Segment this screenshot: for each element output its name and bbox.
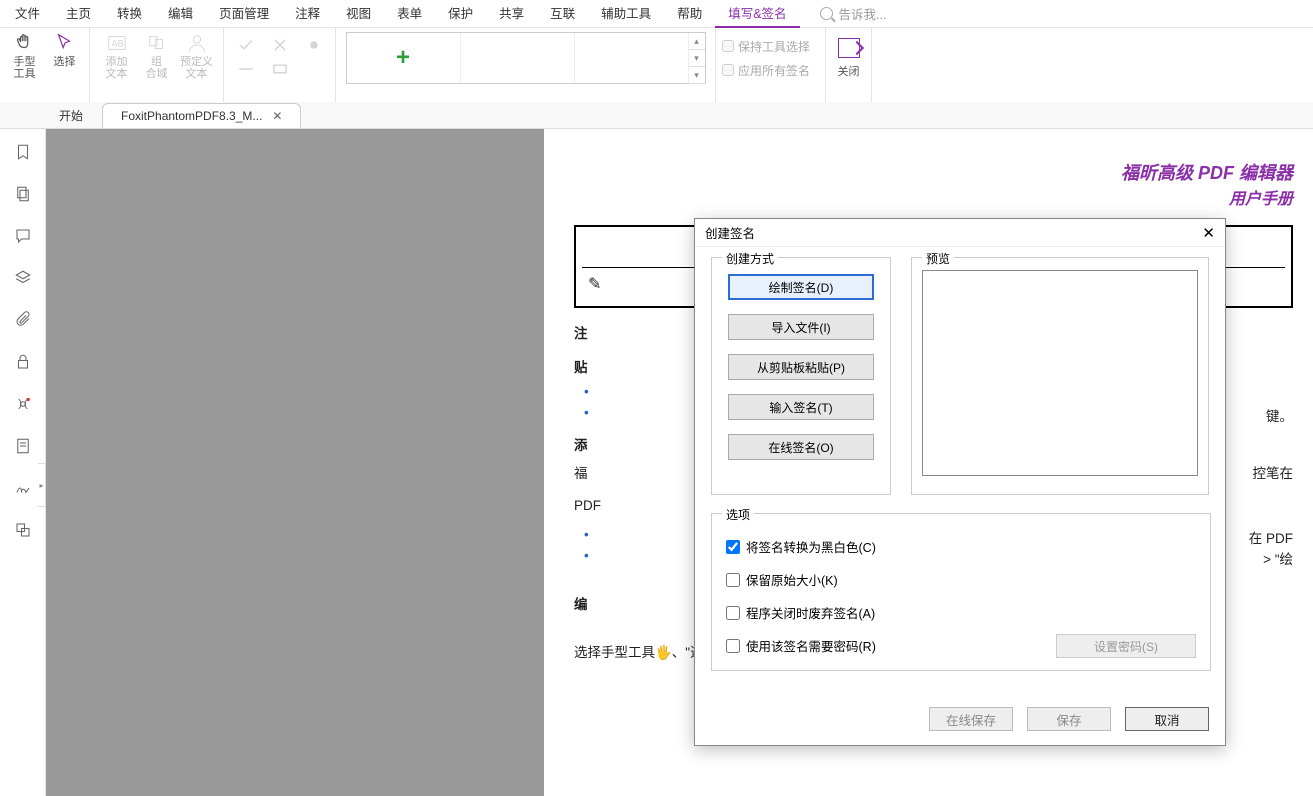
cancel-button[interactable]: 取消	[1125, 707, 1209, 731]
type-signature-button[interactable]: 输入签名(T)	[728, 394, 874, 420]
convert-bw-checkbox[interactable]: 将签名转换为黑白色(C)	[726, 537, 1200, 556]
signature-slot[interactable]	[461, 33, 575, 83]
add-signature-slot[interactable]: +	[347, 33, 461, 83]
menu-view[interactable]: 视图	[333, 0, 384, 28]
signature-gallery[interactable]: + ▴▾▾	[346, 32, 706, 84]
signature-slot[interactable]	[575, 33, 689, 83]
preview-legend: 预览	[922, 250, 954, 267]
document-tabs: 开始 FoxitPhantomPDF8.3_M...✕	[0, 102, 1313, 129]
pencil-icon: ✎	[588, 274, 601, 294]
options-group: 选项 将签名转换为黑白色(C) 保留原始大小(K) 程序关闭时废弃签名(A) 使…	[711, 513, 1211, 671]
rect-icon	[271, 60, 289, 78]
dialog-footer: 在线保存 保存 取消	[929, 707, 1209, 731]
checkmark-icon	[237, 36, 255, 54]
menu-page-manage[interactable]: 页面管理	[206, 0, 282, 28]
menu-protect[interactable]: 保护	[435, 0, 486, 28]
sign-icon[interactable]	[14, 479, 32, 497]
preview-group: 预览	[911, 257, 1209, 495]
create-signature-dialog: 创建签名 ✕ 创建方式 绘制签名(D) 导入文件(I) 从剪贴板粘贴(P) 输入…	[694, 218, 1226, 746]
copy-icon[interactable]	[14, 521, 32, 539]
page-title: 福昕高级 PDF 编辑器	[574, 159, 1293, 185]
menu-help[interactable]: 帮助	[664, 0, 715, 28]
gallery-scroll[interactable]: ▴▾▾	[689, 33, 705, 83]
tab-start[interactable]: 开始	[40, 103, 102, 128]
close-panel-button[interactable]: 关闭	[832, 30, 866, 78]
layers-icon[interactable]	[14, 269, 32, 287]
page-margin	[46, 129, 544, 796]
dot-icon	[305, 36, 323, 54]
online-save-button[interactable]: 在线保存	[929, 707, 1013, 731]
create-method-group: 创建方式 绘制签名(D) 导入文件(I) 从剪贴板粘贴(P) 输入签名(T) 在…	[711, 257, 891, 495]
x-icon	[271, 36, 289, 54]
dialog-title: 创建签名	[705, 223, 755, 242]
menu-share[interactable]: 共享	[486, 0, 537, 28]
person-icon	[186, 32, 208, 54]
menu-edit[interactable]: 编辑	[155, 0, 206, 28]
discard-on-close-checkbox[interactable]: 程序关闭时废弃签名(A)	[726, 603, 1200, 622]
set-password-button: 设置密码(S)	[1056, 634, 1196, 658]
select-tool-button[interactable]: 选择	[48, 30, 82, 80]
add-text-button: AB 添加 文本	[100, 30, 134, 80]
menu-annot[interactable]: 注释	[282, 0, 333, 28]
menu-convert[interactable]: 转换	[104, 0, 155, 28]
hand-tool-button[interactable]: 手型 工具	[8, 30, 42, 80]
cursor-icon	[54, 32, 76, 54]
side-panel-rail: ▸	[0, 129, 46, 796]
menu-fill-sign[interactable]: 填写&签名	[715, 0, 799, 28]
article-icon[interactable]	[14, 437, 32, 455]
pages-icon[interactable]	[14, 185, 32, 203]
security-icon[interactable]	[14, 353, 32, 371]
online-signature-button[interactable]: 在线签名(O)	[728, 434, 874, 460]
attachment-icon[interactable]	[14, 311, 32, 329]
svg-text:AB: AB	[111, 39, 123, 49]
page-subtitle: 用户手册	[574, 185, 1293, 209]
hand-icon	[14, 32, 36, 54]
tab-document[interactable]: FoxitPhantomPDF8.3_M...✕	[102, 103, 301, 128]
comment-icon[interactable]	[14, 227, 32, 245]
keep-tool-checkbox[interactable]: 保持工具选择	[722, 34, 810, 58]
create-legend: 创建方式	[722, 250, 778, 267]
menu-home[interactable]: 主页	[53, 0, 104, 28]
import-file-button[interactable]: 导入文件(I)	[728, 314, 874, 340]
apply-all-checkbox[interactable]: 应用所有签名	[722, 58, 810, 82]
expand-rail-button[interactable]: ▸	[38, 463, 46, 507]
menu-file[interactable]: 文件	[2, 0, 53, 28]
preview-box	[922, 270, 1198, 476]
combine-icon	[146, 32, 168, 54]
ribbon: 手型 工具 选择 AB 添加 文本 组 合域 预定义 文本	[0, 28, 1313, 102]
close-icon	[838, 38, 860, 58]
combine-button: 组 合域	[140, 30, 174, 80]
close-tab-icon[interactable]: ✕	[272, 109, 282, 123]
menu-connect[interactable]: 互联	[537, 0, 588, 28]
paste-clipboard-button[interactable]: 从剪贴板粘贴(P)	[728, 354, 874, 380]
draw-signature-button[interactable]: 绘制签名(D)	[728, 274, 874, 300]
dialog-close-button[interactable]: ✕	[1202, 224, 1215, 242]
bookmark-icon[interactable]	[14, 143, 32, 161]
menu-accessibility[interactable]: 辅助工具	[588, 0, 664, 28]
tell-me-placeholder: 告诉我...	[839, 4, 887, 23]
connected-icon[interactable]	[14, 395, 32, 413]
keep-size-checkbox[interactable]: 保留原始大小(K)	[726, 570, 1200, 589]
tell-me-search[interactable]: 告诉我...	[820, 4, 887, 23]
menu-bar: 文件 主页 转换 编辑 页面管理 注释 视图 表单 保护 共享 互联 辅助工具 …	[0, 0, 1313, 28]
save-button[interactable]: 保存	[1027, 707, 1111, 731]
options-legend: 选项	[722, 506, 754, 523]
dialog-titlebar: 创建签名 ✕	[695, 219, 1225, 247]
text-icon: AB	[106, 32, 128, 54]
line-icon	[237, 60, 255, 78]
predef-text-button: 预定义 文本	[180, 30, 214, 80]
search-icon	[820, 7, 833, 20]
plus-icon: +	[396, 44, 410, 72]
menu-form[interactable]: 表单	[384, 0, 435, 28]
